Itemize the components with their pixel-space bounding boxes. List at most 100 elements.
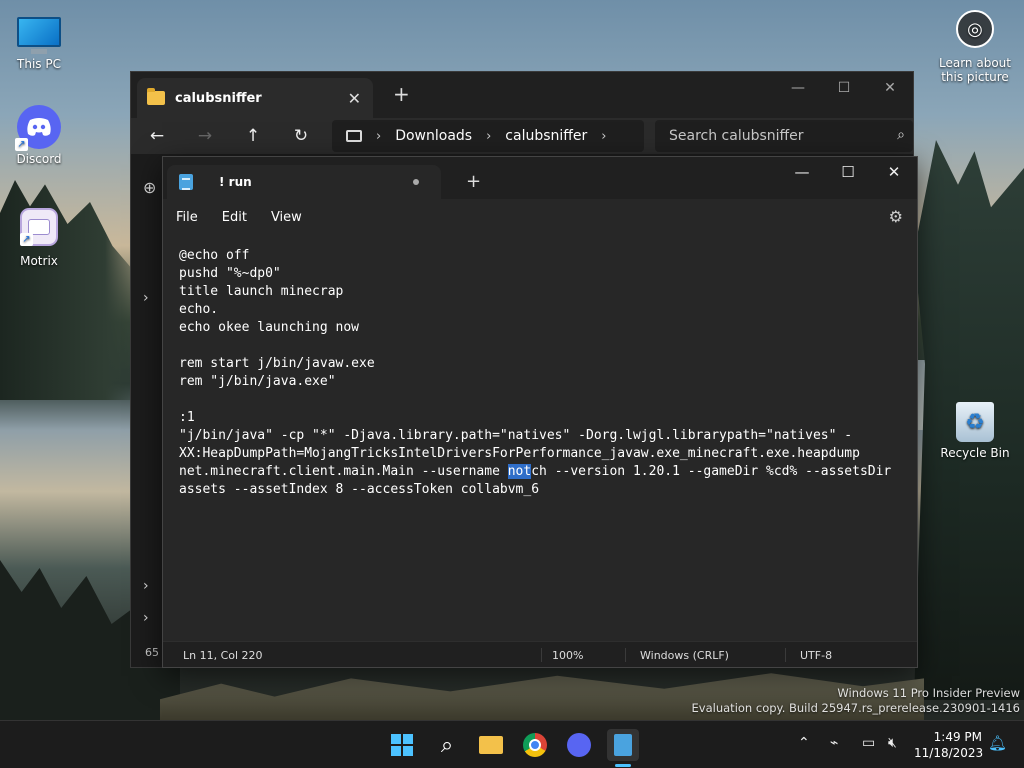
active-app-indicator <box>615 764 631 767</box>
notepad-tab[interactable]: ! run <box>167 165 441 199</box>
line-ending[interactable]: Windows (CRLF) <box>640 649 729 662</box>
discord-icon <box>567 733 591 757</box>
explorer-window-controls: — ☐ ✕ <box>775 72 913 104</box>
forward-arrow-icon[interactable]: → <box>191 124 219 148</box>
selected-text: not <box>507 464 532 479</box>
shortcut-arrow-icon: ↗ <box>15 138 28 151</box>
chrome-taskbar-button[interactable] <box>519 729 551 761</box>
folder-icon <box>147 88 165 105</box>
explorer-tab-title: calubsniffer <box>175 90 262 106</box>
learn-about-picture[interactable]: ◎ Learn about this picture <box>935 10 1015 84</box>
breadcrumb-downloads[interactable]: Downloads <box>395 128 472 144</box>
explorer-titlebar: calubsniffer ✕ + — ☐ ✕ <box>131 72 913 118</box>
desktop-icon-discord[interactable]: ↗ Discord <box>0 105 78 166</box>
desktop-icon-label: This PC <box>17 57 61 71</box>
cursor-position: Ln 11, Col 220 <box>183 649 263 662</box>
explorer-tab[interactable]: calubsniffer ✕ <box>137 78 373 118</box>
search-icon[interactable]: ⌕ <box>431 729 463 761</box>
new-item-icon[interactable]: ⊕ <box>143 178 156 197</box>
shortcut-arrow-icon: ↗ <box>20 233 33 246</box>
desktop-icon-label: Motrix <box>20 254 58 268</box>
notepad-tab-title: ! run <box>219 175 252 189</box>
desktop-icon-recycle-bin[interactable]: ♻ Recycle Bin <box>936 402 1014 460</box>
watermark-build: Evaluation copy. Build 25947.rs_prerelea… <box>691 701 1020 715</box>
close-icon[interactable]: ✕ <box>867 72 913 104</box>
explorer-search-input[interactable]: Search calubsniffer ⌕ <box>655 120 913 152</box>
text-line: @echo off <box>179 248 250 263</box>
menu-file[interactable]: File <box>176 210 198 225</box>
chevron-right-icon[interactable]: › <box>376 129 381 144</box>
discord-taskbar-button[interactable] <box>563 729 595 761</box>
display-icon[interactable]: ▭ <box>862 735 875 751</box>
desktop-icon-label: Recycle Bin <box>940 446 1010 460</box>
desktop-icon-this-pc[interactable]: This PC <box>0 10 78 71</box>
notification-bell-icon[interactable]: 🔔︎ <box>988 734 1007 752</box>
minimize-icon[interactable]: — <box>779 157 825 187</box>
status-separator <box>541 648 542 662</box>
network-off-icon[interactable]: ⌁ <box>830 735 838 751</box>
watermark-edition: Windows 11 Pro Insider Preview <box>837 686 1020 700</box>
text-line: :1 <box>179 410 195 425</box>
monitor-icon <box>17 17 61 47</box>
notepad-statusbar: Ln 11, Col 220 100% Windows (CRLF) UTF-8 <box>163 641 917 667</box>
notepad-icon <box>614 734 632 756</box>
motrix-icon: ↗ <box>20 208 58 246</box>
recycle-bin-icon: ♻ <box>956 402 994 442</box>
menu-edit[interactable]: Edit <box>222 210 247 225</box>
explorer-navbar: ← → ↑ ↻ › Downloads › calubsniffer › Sea… <box>131 118 913 154</box>
refresh-icon[interactable]: ↻ <box>287 124 315 148</box>
status-separator <box>785 648 786 662</box>
text-line <box>179 337 907 355</box>
chevron-right-icon[interactable]: › <box>143 290 149 306</box>
text-line: echo okee launching now <box>179 320 360 335</box>
unsaved-dot-icon[interactable] <box>413 179 419 185</box>
java-command-line: "j/bin/java" -cp "*" -Djava.library.path… <box>179 427 907 499</box>
windows-watermark: Windows 11 Pro Insider Preview Evaluatio… <box>692 686 1020 716</box>
back-arrow-icon[interactable]: ← <box>143 124 171 148</box>
learn-about-label: Learn about this picture <box>939 56 1011 84</box>
discord-icon: ↗ <box>15 105 61 151</box>
taskbar: ⌕ ⌃ ⌁ ▭ 🔇︎ 1:49 PM 11/18/2023 🔔︎ <box>0 720 1024 768</box>
maximize-icon[interactable]: ☐ <box>821 72 867 104</box>
new-tab-icon[interactable]: + <box>466 171 481 192</box>
minimize-icon[interactable]: — <box>775 72 821 104</box>
file-explorer-taskbar-button[interactable] <box>475 729 507 761</box>
clock-date: 11/18/2023 <box>914 746 984 760</box>
new-tab-icon[interactable]: + <box>393 82 410 106</box>
zoom-level[interactable]: 100% <box>552 649 583 662</box>
breadcrumb-calubsniffer[interactable]: calubsniffer <box>505 128 587 144</box>
pc-icon <box>346 130 362 142</box>
volume-muted-icon[interactable]: 🔇︎ <box>888 735 897 751</box>
maximize-icon[interactable]: ☐ <box>825 157 871 187</box>
close-tab-icon[interactable]: ✕ <box>348 89 361 108</box>
text-line: rem "j/bin/java.exe" <box>179 374 336 389</box>
menu-view[interactable]: View <box>271 210 302 225</box>
text-line: echo. <box>179 302 219 317</box>
clock-time: 1:49 PM <box>933 730 982 744</box>
gear-icon[interactable]: ⚙ <box>889 207 903 226</box>
chevron-right-icon[interactable]: › <box>143 610 149 626</box>
text-line: rem start j/bin/javaw.exe <box>179 356 375 371</box>
chrome-icon <box>523 733 547 757</box>
chevron-right-icon[interactable]: › <box>143 578 149 594</box>
chevron-right-icon[interactable]: › <box>601 129 606 144</box>
search-icon: ⌕ <box>897 127 905 143</box>
notepad-window-controls: — ☐ ✕ <box>779 157 917 187</box>
address-bar[interactable]: › Downloads › calubsniffer › <box>332 120 644 152</box>
notepad-window: ! run + — ☐ ✕ File Edit View ⚙ @echo off… <box>162 156 918 668</box>
desktop-icon-label: Discord <box>16 152 62 166</box>
chevron-right-icon[interactable]: › <box>486 129 491 144</box>
close-icon[interactable]: ✕ <box>871 157 917 187</box>
text-line <box>179 391 907 409</box>
folder-icon <box>479 736 503 754</box>
up-arrow-icon[interactable]: ↑ <box>239 124 267 148</box>
encoding[interactable]: UTF-8 <box>800 649 832 662</box>
notepad-taskbar-button[interactable] <box>607 729 639 761</box>
windows-logo-icon <box>391 734 413 756</box>
notepad-text-area[interactable]: @echo off pushd "%~dp0" title launch minec… <box>179 247 907 637</box>
start-button[interactable] <box>386 729 418 761</box>
notepad-icon <box>179 174 193 190</box>
desktop-icon-motrix[interactable]: ↗ Motrix <box>0 208 78 268</box>
taskbar-clock[interactable]: 1:49 PM 11/18/2023 <box>914 729 984 761</box>
chevron-up-icon[interactable]: ⌃ <box>798 735 810 751</box>
